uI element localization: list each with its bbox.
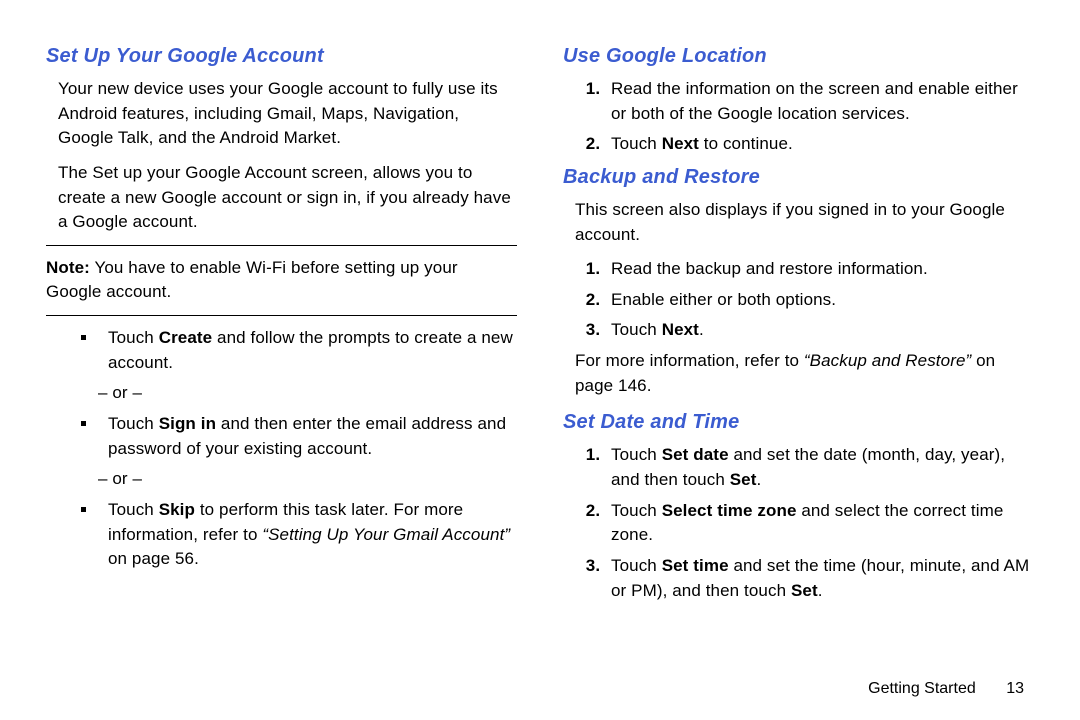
list-item: Touch Sign in and then enter the email a… bbox=[98, 412, 517, 461]
page-footer: Getting Started 13 bbox=[0, 680, 1080, 698]
list-item: Read the information on the screen and e… bbox=[605, 77, 1034, 126]
bold: Set bbox=[730, 470, 757, 489]
note-text: You have to enable Wi-Fi before setting … bbox=[46, 258, 458, 302]
bullet-list: Touch Create and follow the prompts to c… bbox=[46, 326, 517, 375]
body-para: For more information, refer to “Backup a… bbox=[575, 349, 1034, 398]
bold: Next bbox=[662, 134, 699, 153]
note-label: Note: bbox=[46, 258, 90, 277]
bold: Create bbox=[159, 328, 213, 347]
list-item: Touch Create and follow the prompts to c… bbox=[98, 326, 517, 375]
list-item: Touch Set time and set the time (hour, m… bbox=[605, 554, 1034, 603]
text: . bbox=[818, 581, 823, 600]
text: Touch bbox=[108, 328, 159, 347]
bold: Select time zone bbox=[662, 501, 797, 520]
text: Touch bbox=[108, 500, 159, 519]
text: Touch bbox=[108, 414, 159, 433]
right-column: Use Google Location Read the information… bbox=[557, 42, 1034, 609]
ordered-list: Touch Set date and set the date (month, … bbox=[563, 443, 1034, 603]
heading-set-date-time: Set Date and Time bbox=[563, 408, 1034, 437]
heading-backup-restore: Backup and Restore bbox=[563, 163, 1034, 192]
text: on page 56. bbox=[108, 549, 199, 568]
list-item: Touch Next to continue. bbox=[605, 132, 1034, 157]
bullet-list: Touch Sign in and then enter the email a… bbox=[46, 412, 517, 461]
rule bbox=[46, 245, 517, 246]
body-para: This screen also displays if you signed … bbox=[575, 198, 1034, 247]
footer-page-number: 13 bbox=[1006, 680, 1024, 698]
bold: Set bbox=[791, 581, 818, 600]
rule bbox=[46, 315, 517, 316]
or-separator: – or – bbox=[98, 467, 517, 492]
ordered-list: Read the backup and restore information.… bbox=[563, 257, 1034, 343]
text: Touch bbox=[611, 445, 662, 464]
left-column: Set Up Your Google Account Your new devi… bbox=[46, 42, 517, 609]
ordered-list: Read the information on the screen and e… bbox=[563, 77, 1034, 157]
note: Note: You have to enable Wi-Fi before se… bbox=[46, 256, 517, 305]
heading-set-up-google: Set Up Your Google Account bbox=[46, 42, 517, 71]
or-separator: – or – bbox=[98, 381, 517, 406]
heading-use-google-location: Use Google Location bbox=[563, 42, 1034, 71]
text: to continue. bbox=[699, 134, 793, 153]
body-para: Your new device uses your Google account… bbox=[58, 77, 517, 151]
bold: Skip bbox=[159, 500, 195, 519]
cross-ref: “Setting Up Your Gmail Account” bbox=[262, 525, 510, 544]
text: Touch bbox=[611, 134, 662, 153]
list-item: Touch Next. bbox=[605, 318, 1034, 343]
bold: Set time bbox=[662, 556, 729, 575]
list-item: Read the backup and restore information. bbox=[605, 257, 1034, 282]
text: Touch bbox=[611, 320, 662, 339]
list-item: Touch Skip to perform this task later. F… bbox=[98, 498, 517, 572]
bold: Set date bbox=[662, 445, 729, 464]
footer-section: Getting Started bbox=[868, 680, 976, 697]
cross-ref: “Backup and Restore” bbox=[804, 351, 971, 370]
body-para: The Set up your Google Account screen, a… bbox=[58, 161, 517, 235]
list-item: Enable either or both options. bbox=[605, 288, 1034, 313]
text: Touch bbox=[611, 501, 662, 520]
bullet-list: Touch Skip to perform this task later. F… bbox=[46, 498, 517, 572]
text: . bbox=[756, 470, 761, 489]
text: . bbox=[699, 320, 704, 339]
text: For more information, refer to bbox=[575, 351, 804, 370]
list-item: Touch Set date and set the date (month, … bbox=[605, 443, 1034, 492]
bold: Next bbox=[662, 320, 699, 339]
text: Touch bbox=[611, 556, 662, 575]
bold: Sign in bbox=[159, 414, 216, 433]
list-item: Touch Select time zone and select the co… bbox=[605, 499, 1034, 548]
